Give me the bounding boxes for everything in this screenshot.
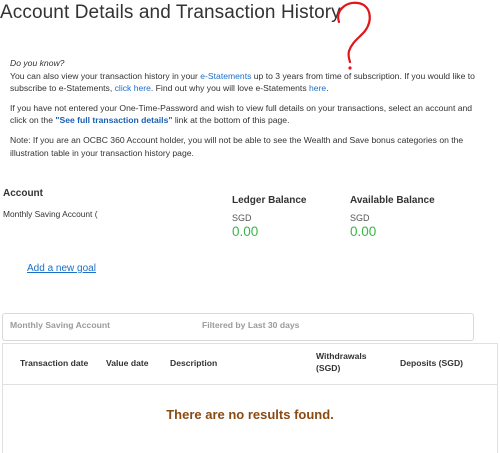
- column-header-description[interactable]: Description: [170, 358, 217, 368]
- ledger-balance: Ledger Balance SGD 0.00: [232, 195, 306, 239]
- otp-paragraph: If you have not entered your One-Time-Pa…: [10, 102, 480, 127]
- estatements-link[interactable]: e-Statements: [200, 71, 251, 81]
- withdrawals-header-line: Withdrawals: [316, 351, 367, 361]
- subscribe-click-here-link[interactable]: click here: [115, 83, 151, 93]
- did-you-know-label: Do you know?: [10, 58, 65, 68]
- see-full-transaction-details-link[interactable]: "See full transaction details": [55, 115, 172, 125]
- table-header-divider: [3, 384, 497, 385]
- withdrawals-header-unit: (SGD): [316, 363, 341, 373]
- paragraph-text: link at the bottom of this page.: [172, 115, 290, 126]
- filter-bar[interactable]: Monthly Saving Account Filtered by Last …: [2, 313, 474, 341]
- available-balance-label: Available Balance: [350, 195, 435, 206]
- available-currency: SGD: [350, 213, 370, 223]
- estatements-paragraph: You can also view your transaction histo…: [10, 70, 480, 95]
- page-title: Account Details and Transaction History: [0, 2, 341, 23]
- transaction-table: Transaction date Value date Description …: [2, 343, 498, 453]
- paragraph-text: .: [326, 83, 329, 94]
- paragraph-text: . Find out why you will love e-Statement…: [150, 83, 310, 94]
- filter-account-label: Monthly Saving Account: [10, 320, 110, 330]
- ledger-amount: 0.00: [232, 224, 259, 239]
- add-new-goal-link[interactable]: Add a new goal: [27, 263, 96, 274]
- column-header-value-date[interactable]: Value date: [106, 358, 149, 368]
- no-results-message: There are no results found.: [166, 407, 334, 422]
- column-header-withdrawals[interactable]: Withdrawals (SGD): [316, 350, 367, 374]
- estatements-here-link[interactable]: here: [309, 83, 326, 93]
- info-section: Do you know? You can also view your tran…: [10, 57, 480, 166]
- paragraph-text: You can also view your transaction histo…: [10, 70, 201, 81]
- column-header-transaction-date[interactable]: Transaction date: [20, 358, 88, 368]
- ledger-currency: SGD: [232, 213, 252, 223]
- column-header-deposits[interactable]: Deposits (SGD): [400, 358, 463, 368]
- ocbc-360-note: Note: If you are an OCBC 360 Account hol…: [10, 134, 464, 158]
- account-heading: Account: [3, 188, 43, 199]
- account-name[interactable]: Monthly Saving Account (: [3, 209, 106, 219]
- ledger-balance-label: Ledger Balance: [232, 195, 307, 206]
- available-amount: 0.00: [350, 224, 377, 239]
- available-balance: Available Balance SGD 0.00: [350, 195, 435, 239]
- filter-period-label: Filtered by Last 30 days: [202, 320, 300, 330]
